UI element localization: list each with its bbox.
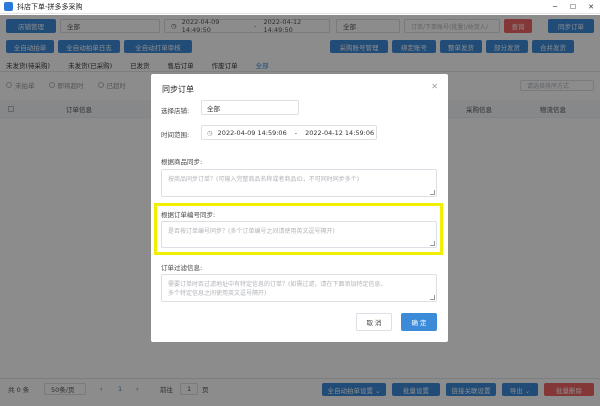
maximize-icon[interactable]: ☐	[564, 0, 582, 14]
close-icon[interactable]: ✕	[431, 82, 438, 91]
confirm-button[interactable]: 确 定	[401, 313, 437, 331]
window-title: 抖店下单-拼多多采购	[17, 2, 83, 11]
filter-textarea[interactable]: 需要订单时否过滤地址中有特定信息的订单？(如需过滤，请在下面添加特定信息， 多个…	[161, 274, 437, 302]
product-sync-textarea[interactable]: 按商品同步订单？(可输入完整商品名称或者商品ID，不可同时同步多个)	[161, 169, 437, 197]
filter-label: 订单过滤信息:	[161, 264, 203, 272]
store-select[interactable]: 全部	[201, 100, 299, 115]
resize-handle-icon[interactable]	[430, 190, 435, 195]
title-bar: 抖店下单-拼多多采购 ─ ☐ ✕	[0, 0, 600, 14]
product-sync-label: 根据商品同步:	[161, 158, 203, 166]
app-logo-icon	[4, 2, 13, 11]
cancel-button[interactable]: 取 消	[356, 313, 392, 331]
clock-icon: ◷	[207, 128, 213, 137]
dialog-title: 同步订单	[162, 85, 194, 94]
close-icon[interactable]: ✕	[582, 0, 600, 14]
highlight-box	[154, 203, 443, 255]
minimize-icon[interactable]: ─	[546, 0, 564, 14]
time-label: 时间范围:	[161, 131, 190, 139]
resize-handle-icon[interactable]	[430, 295, 435, 300]
store-label: 选择店铺:	[161, 107, 190, 115]
time-range-input[interactable]: ◷ 2022-04-09 14:59:06 - 2022-04-12 14:59…	[201, 125, 377, 140]
